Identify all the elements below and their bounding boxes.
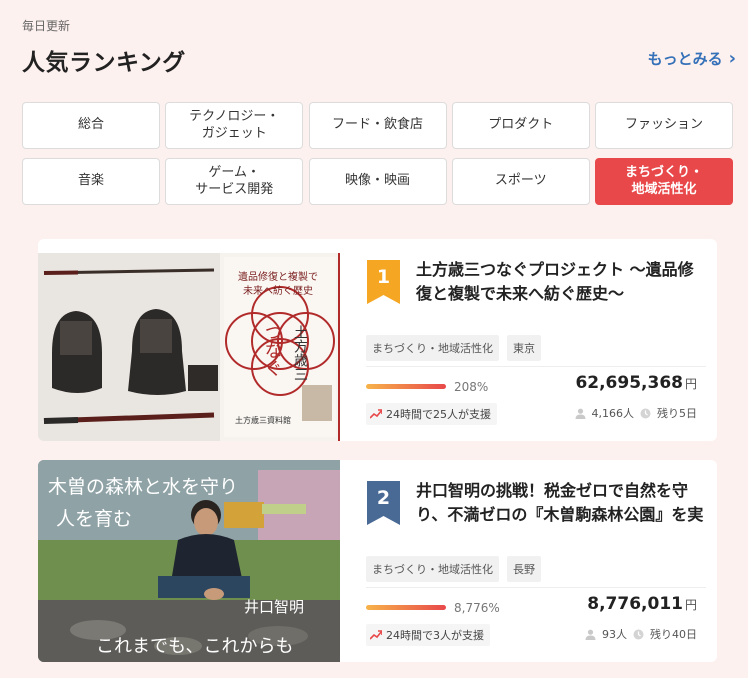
tag-category[interactable]: まちづくり・地域活性化 xyxy=(366,335,499,361)
tab-sports[interactable]: スポーツ xyxy=(451,158,590,205)
trend-text: 24時間で3人が支援 xyxy=(386,629,484,642)
progress-bar xyxy=(366,384,446,389)
funding-amount: 8,776,011 円 xyxy=(587,594,697,614)
project-1-image: 遺品修復と複製で 未来へ紡ぐ歴史 土方歳三 つなぐ 土方歳三資料館 xyxy=(38,253,340,441)
image-caption-2: 未来へ紡ぐ歴史 xyxy=(243,284,313,297)
more-link-label: もっとみる xyxy=(647,50,723,68)
project-2-image: 木曽の森林と水を守り 人を育む 井口智明 これまでも、これからも xyxy=(38,460,340,662)
chevron-right-icon: › xyxy=(728,47,736,69)
image-bottom: これまでも、これからも xyxy=(96,636,293,657)
project-card[interactable]: 遺品修復と複製で 未来へ紡ぐ歴史 土方歳三 つなぐ 土方歳三資料館 1 土方歳三… xyxy=(38,239,717,441)
tab-game[interactable]: ゲーム・ サービス開発 xyxy=(165,158,304,205)
rank-number: 2 xyxy=(376,487,391,509)
amount-value: 62,695,368 xyxy=(575,373,683,393)
backers-count: 93人 xyxy=(602,628,627,641)
progress-percent: 208% xyxy=(454,380,489,394)
tab-product[interactable]: プロダクト xyxy=(451,102,590,149)
tab-film[interactable]: 映像・映画 xyxy=(308,158,447,205)
clock-icon xyxy=(633,629,644,639)
trend-up-icon xyxy=(370,630,382,640)
tab-community[interactable]: まちづくり・ 地域活性化 xyxy=(595,158,733,205)
image-name: 土方歳三 xyxy=(292,325,308,381)
person-icon xyxy=(585,629,596,640)
trend-text: 24時間で25人が支援 xyxy=(386,408,491,421)
amount-value: 8,776,011 xyxy=(587,594,683,614)
funding-amount: 62,695,368 円 xyxy=(575,373,697,393)
progress-bar xyxy=(366,605,446,610)
rank-number: 1 xyxy=(376,266,391,288)
image-name: 井口智明 xyxy=(244,598,304,616)
image-museum: 土方歳三資料館 xyxy=(235,415,291,425)
project-thumbnail[interactable]: 遺品修復と複製で 未来へ紡ぐ歴史 土方歳三 つなぐ 土方歳三資料館 xyxy=(38,253,340,441)
tag-list: まちづくり・地域活性化 長野 xyxy=(366,556,541,582)
divider xyxy=(366,366,706,367)
backers-count: 4,166人 xyxy=(591,407,635,420)
page-title: 人気ランキング xyxy=(22,50,186,76)
person-icon xyxy=(575,408,585,419)
days-remaining: 残り5日 xyxy=(657,407,697,420)
image-caption-1: 遺品修復と複製で xyxy=(238,270,318,283)
tab-overall[interactable]: 総合 xyxy=(22,102,160,149)
tag-category[interactable]: まちづくり・地域活性化 xyxy=(366,556,499,582)
divider xyxy=(366,587,706,588)
support-trend: 24時間で3人が支援 xyxy=(366,624,490,646)
project-meta: 93人 残り40日 xyxy=(585,626,697,642)
currency-label: 円 xyxy=(684,377,697,391)
days-remaining: 残り40日 xyxy=(650,628,697,641)
support-trend: 24時間で25人が支援 xyxy=(366,403,497,425)
rank-badge: 2 xyxy=(367,481,400,525)
project-meta: 4,166人 残り5日 xyxy=(575,405,697,421)
tab-technology[interactable]: テクノロジー・ ガジェット xyxy=(165,102,304,149)
project-title[interactable]: 井口智明の挑戦！税金ゼロで自然を守り、不満ゼロの『木曽駒森林公園』を実現したい xyxy=(416,479,706,527)
project-card[interactable]: 木曽の森林と水を守り 人を育む 井口智明 これまでも、これからも 2 井口智明の… xyxy=(38,460,717,662)
rank-badge: 1 xyxy=(367,260,400,304)
project-title[interactable]: 土方歳三つなぐプロジェクト ～遺品修復と複製で未来へ紡ぐ歴史～ xyxy=(416,258,706,305)
tab-food[interactable]: フード・飲食店 xyxy=(308,102,447,149)
trend-up-icon xyxy=(370,409,382,419)
progress-percent: 8,776% xyxy=(454,601,500,615)
clock-icon xyxy=(640,408,651,418)
tab-fashion[interactable]: ファッション xyxy=(595,102,733,149)
category-tabs: 総合 テクノロジー・ ガジェット フード・飲食店 プロダクト ファッション 音楽… xyxy=(22,102,733,205)
image-line1: 木曽の森林と水を守り xyxy=(48,476,238,498)
currency-label: 円 xyxy=(684,598,697,612)
tag-list: まちづくり・地域活性化 東京 xyxy=(366,335,541,361)
project-thumbnail[interactable]: 木曽の森林と水を守り 人を育む 井口智明 これまでも、これからも xyxy=(38,460,340,662)
tag-region[interactable]: 東京 xyxy=(507,335,541,361)
tag-region[interactable]: 長野 xyxy=(507,556,541,582)
update-kicker: 毎日更新 xyxy=(22,19,71,33)
more-link[interactable]: もっとみる › xyxy=(648,48,736,69)
image-motto: つなぐ xyxy=(262,323,283,377)
image-line2: 人を育む xyxy=(56,508,132,530)
tab-music[interactable]: 音楽 xyxy=(22,158,160,205)
